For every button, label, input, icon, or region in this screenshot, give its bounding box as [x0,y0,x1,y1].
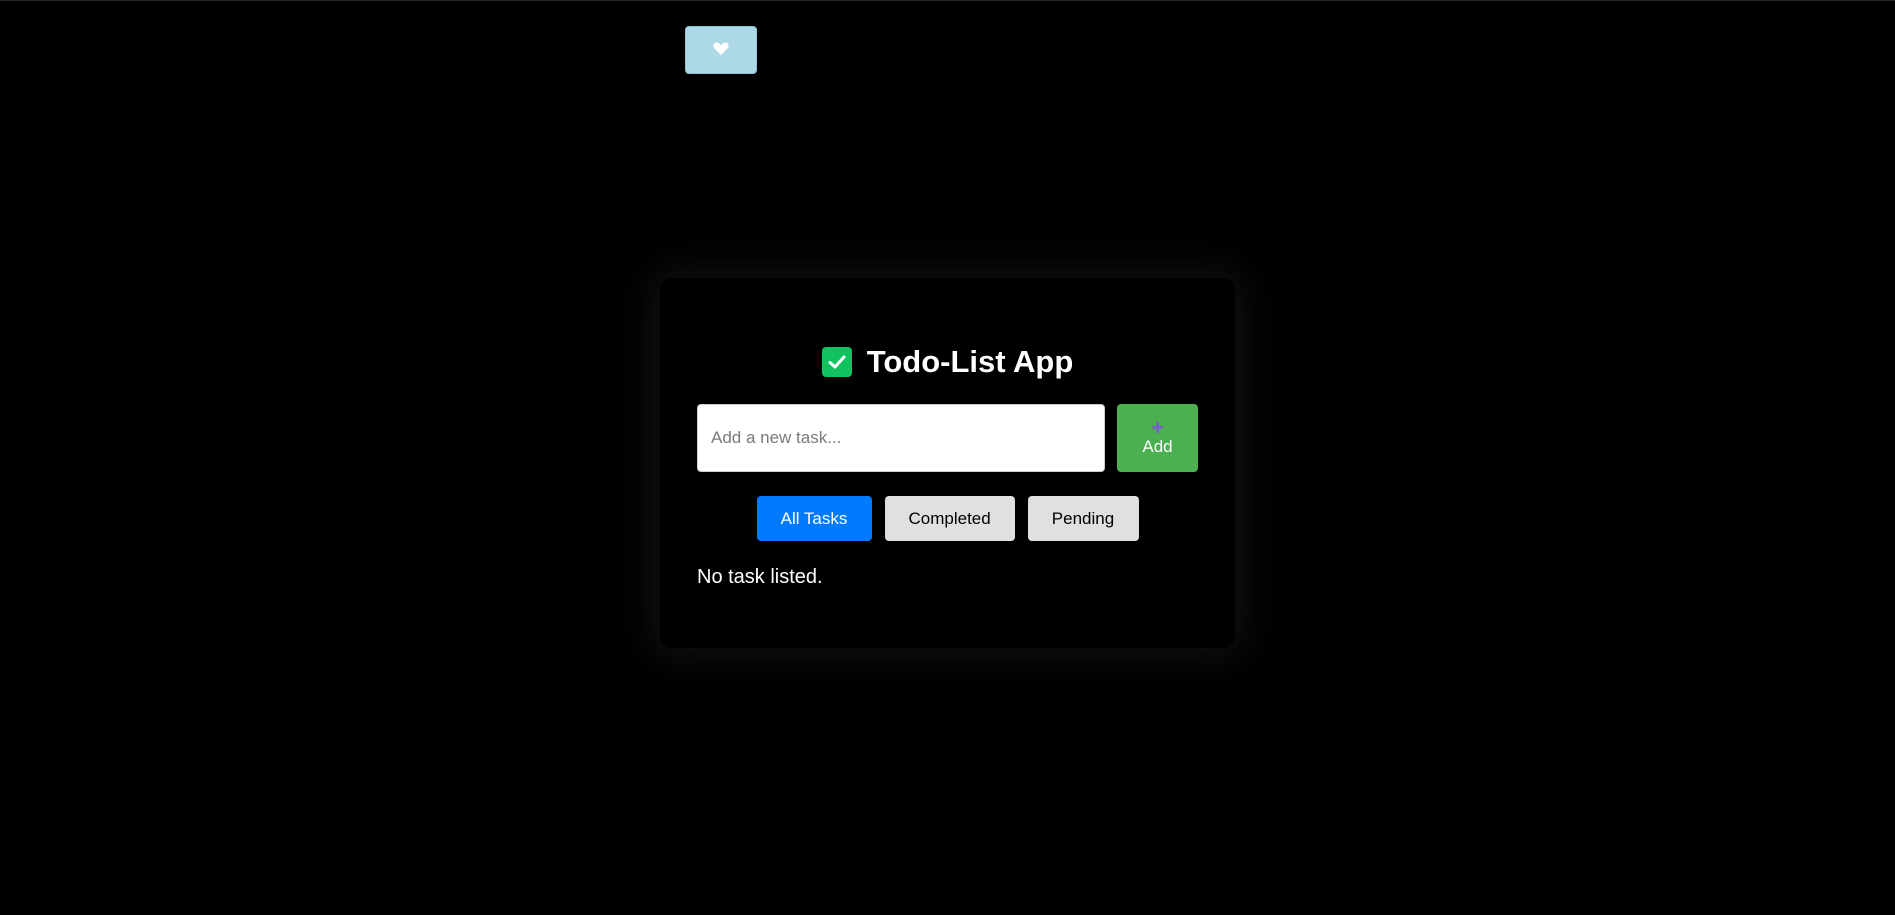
theme-toggle-button[interactable] [685,26,757,74]
add-task-button[interactable]: + Add [1117,404,1198,472]
new-task-input[interactable] [697,404,1105,472]
plus-icon: + [1151,414,1164,440]
filter-all-tasks-button[interactable]: All Tasks [756,496,872,541]
check-square-icon [821,347,852,377]
heart-icon [713,42,729,59]
filter-completed-button[interactable]: Completed [884,496,1015,541]
app-title: Todo-List App [866,344,1074,379]
filter-bar: All Tasks Completed Pending [660,496,1235,541]
todo-card: Todo-List App + Add All Tasks Completed … [660,278,1235,648]
add-button-label: Add [1142,436,1173,456]
app-header: Todo-List App [660,344,1235,380]
filter-pending-button[interactable]: Pending [1027,496,1139,541]
empty-task-message: No task listed. [697,566,823,588]
